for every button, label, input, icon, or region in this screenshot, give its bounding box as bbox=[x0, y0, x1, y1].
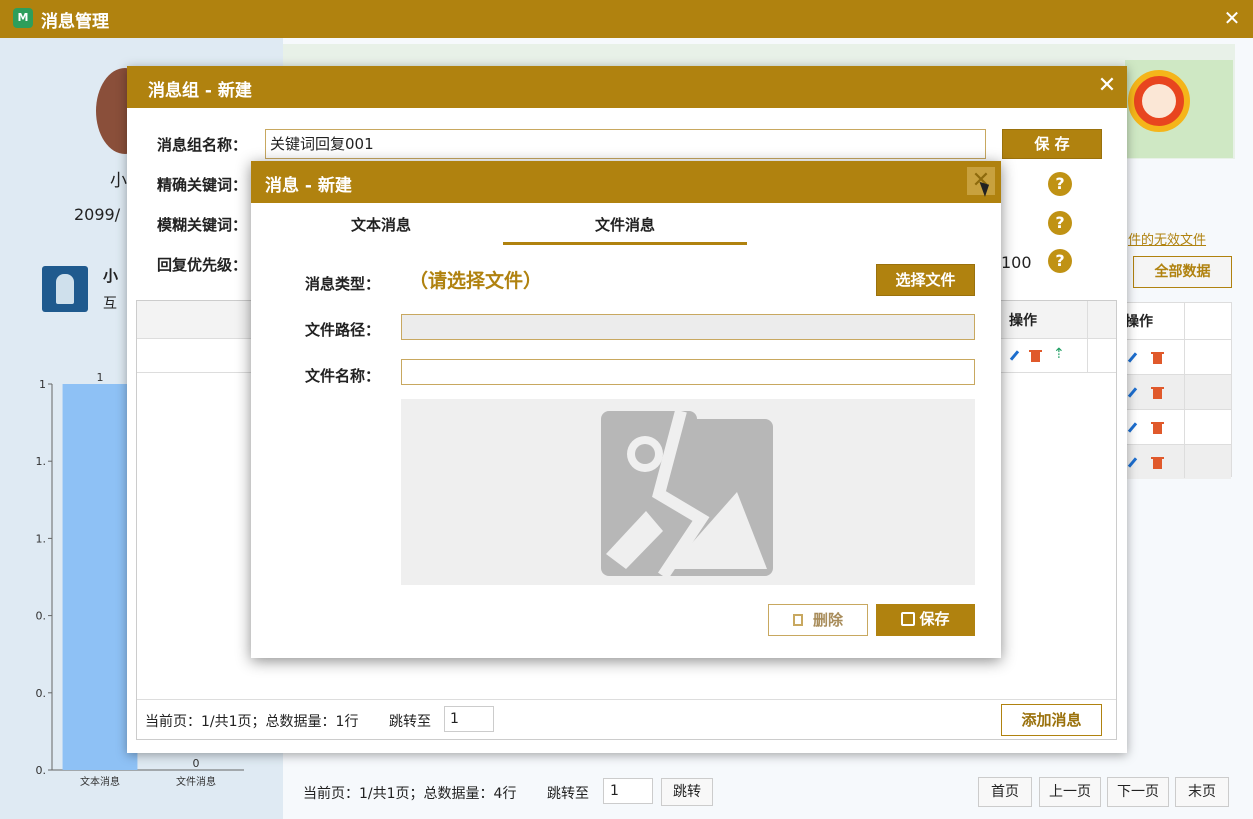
edit-icon[interactable] bbox=[1127, 352, 1138, 363]
chart-category-label: 文件消息 bbox=[176, 775, 216, 788]
message-dialog: 消息 - 新建 ✕ 文本消息 文件消息 消息类型： （请选择文件） 选择文件 文… bbox=[251, 161, 1001, 658]
page-info: 当前页：1/共1页；总数据量：4行 bbox=[303, 786, 517, 802]
group-save-button[interactable]: 保 存 bbox=[1002, 129, 1102, 159]
exact-keyword-label: 精确关键词： bbox=[157, 176, 248, 194]
save-message-button[interactable]: 保存 bbox=[876, 604, 975, 636]
message-dialog-title: 消息 - 新建 bbox=[265, 176, 352, 196]
delete-file-button[interactable]: 删除 bbox=[768, 604, 868, 636]
group-name-input[interactable]: 关键词回复001 bbox=[265, 129, 986, 159]
all-data-button[interactable]: 全部数据 bbox=[1133, 256, 1232, 288]
message-type-label: 消息类型： bbox=[305, 275, 381, 293]
group-page-info: 当前页：1/共1页；总数据量：1行 bbox=[145, 714, 359, 730]
table-row bbox=[1119, 444, 1231, 479]
user-desc: 互 bbox=[103, 296, 117, 312]
window-close-icon[interactable]: ✕ bbox=[1219, 5, 1245, 31]
group-name-label: 消息组名称： bbox=[157, 136, 248, 154]
table-divider bbox=[1184, 303, 1185, 478]
jump-label: 跳转至 bbox=[547, 786, 589, 802]
user-name: 小 bbox=[103, 267, 119, 285]
table-row bbox=[1119, 409, 1231, 444]
file-path-input[interactable] bbox=[401, 314, 975, 340]
chart-y-tick-label: 1. bbox=[36, 455, 47, 468]
delete-icon[interactable] bbox=[1151, 387, 1164, 399]
user-avatar bbox=[42, 266, 88, 312]
trash-icon bbox=[792, 614, 803, 626]
chart-y-tick-label: 1. bbox=[36, 532, 47, 545]
last-page-button[interactable]: 末页 bbox=[1175, 777, 1229, 807]
table-row bbox=[1119, 374, 1231, 409]
priority-help-icon[interactable]: ? bbox=[1048, 249, 1072, 273]
file-path-label: 文件路径： bbox=[305, 321, 381, 339]
main-pagination: 当前页：1/共1页；总数据量：4行 跳转至 1 跳转 首页 上一页 下一页 末页 bbox=[297, 771, 1235, 815]
priority-label: 回复优先级： bbox=[157, 256, 248, 274]
fuzzy-keyword-label: 模糊关键词： bbox=[157, 216, 248, 234]
file-preview bbox=[401, 399, 975, 585]
priority-value: 100 bbox=[1001, 253, 1032, 272]
chart-data-label: 0 bbox=[193, 757, 200, 770]
profile-name: 小 bbox=[110, 171, 127, 191]
delete-icon[interactable] bbox=[1151, 457, 1164, 469]
right-table: 操作 bbox=[1118, 302, 1232, 479]
exact-keyword-help-icon[interactable]: ? bbox=[1048, 172, 1072, 196]
ops-header: 操作 bbox=[1009, 313, 1037, 329]
file-name-input[interactable] bbox=[401, 359, 975, 385]
main-titlebar: M 消息管理 ✕ bbox=[0, 0, 1253, 38]
group-dialog-titlebar: 消息组 - 新建 ✕ bbox=[127, 66, 1127, 108]
fuzzy-keyword-help-icon[interactable]: ? bbox=[1048, 211, 1072, 235]
move-top-icon[interactable]: ⇡ bbox=[1053, 346, 1065, 362]
file-hint: （请选择文件） bbox=[409, 270, 543, 292]
add-message-button[interactable]: 添加消息 bbox=[1001, 704, 1102, 736]
choose-file-button[interactable]: 选择文件 bbox=[876, 264, 975, 296]
save-message-label: 保存 bbox=[919, 610, 950, 628]
prev-page-button[interactable]: 上一页 bbox=[1039, 777, 1101, 807]
tab-file-message[interactable]: 文件消息 bbox=[503, 213, 747, 245]
next-page-button[interactable]: 下一页 bbox=[1107, 777, 1169, 807]
window-title: 消息管理 bbox=[41, 12, 109, 32]
group-table-pagination: 当前页：1/共1页；总数据量：1行 跳转至 1 添加消息 bbox=[137, 699, 1116, 740]
alarm-clock-face bbox=[1142, 84, 1176, 118]
delete-file-label: 删除 bbox=[812, 611, 843, 629]
chart-category-label: 文本消息 bbox=[80, 775, 120, 788]
save-icon bbox=[901, 612, 916, 626]
group-jump-label: 跳转至 bbox=[389, 714, 431, 730]
image-placeholder-icon bbox=[601, 409, 773, 580]
edit-icon[interactable] bbox=[1009, 350, 1020, 361]
edit-icon[interactable] bbox=[1127, 387, 1138, 398]
jump-input[interactable]: 1 bbox=[603, 778, 653, 804]
profile-date: 2099/ bbox=[74, 205, 121, 224]
edit-icon[interactable] bbox=[1127, 457, 1138, 468]
chart-y-tick-label: 0. bbox=[36, 610, 47, 623]
message-dialog-titlebar: 消息 - 新建 ✕ bbox=[251, 161, 1001, 203]
chart-y-tick-label: 0. bbox=[36, 687, 47, 700]
group-dialog-close-icon[interactable]: ✕ bbox=[1093, 72, 1121, 100]
chart-data-label: 1 bbox=[97, 371, 104, 384]
tab-text-message[interactable]: 文本消息 bbox=[259, 213, 503, 245]
delete-icon[interactable] bbox=[1151, 422, 1164, 434]
edit-icon[interactable] bbox=[1127, 422, 1138, 433]
delete-icon[interactable] bbox=[1029, 350, 1042, 362]
table-row bbox=[1119, 339, 1231, 374]
file-name-label: 文件名称： bbox=[305, 367, 381, 385]
right-table-ops-header: 操作 bbox=[1125, 314, 1153, 330]
jump-button[interactable]: 跳转 bbox=[661, 778, 713, 806]
group-jump-input[interactable]: 1 bbox=[444, 706, 494, 732]
chart-y-tick-label: 0. bbox=[36, 764, 47, 777]
first-page-button[interactable]: 首页 bbox=[978, 777, 1032, 807]
group-dialog-title: 消息组 - 新建 bbox=[148, 81, 252, 101]
app-icon: M bbox=[13, 8, 33, 28]
invalid-files-link[interactable]: 件的无效文件 bbox=[1128, 229, 1206, 248]
chart-y-tick-label: 1 bbox=[39, 378, 46, 391]
delete-icon[interactable] bbox=[1151, 352, 1164, 364]
